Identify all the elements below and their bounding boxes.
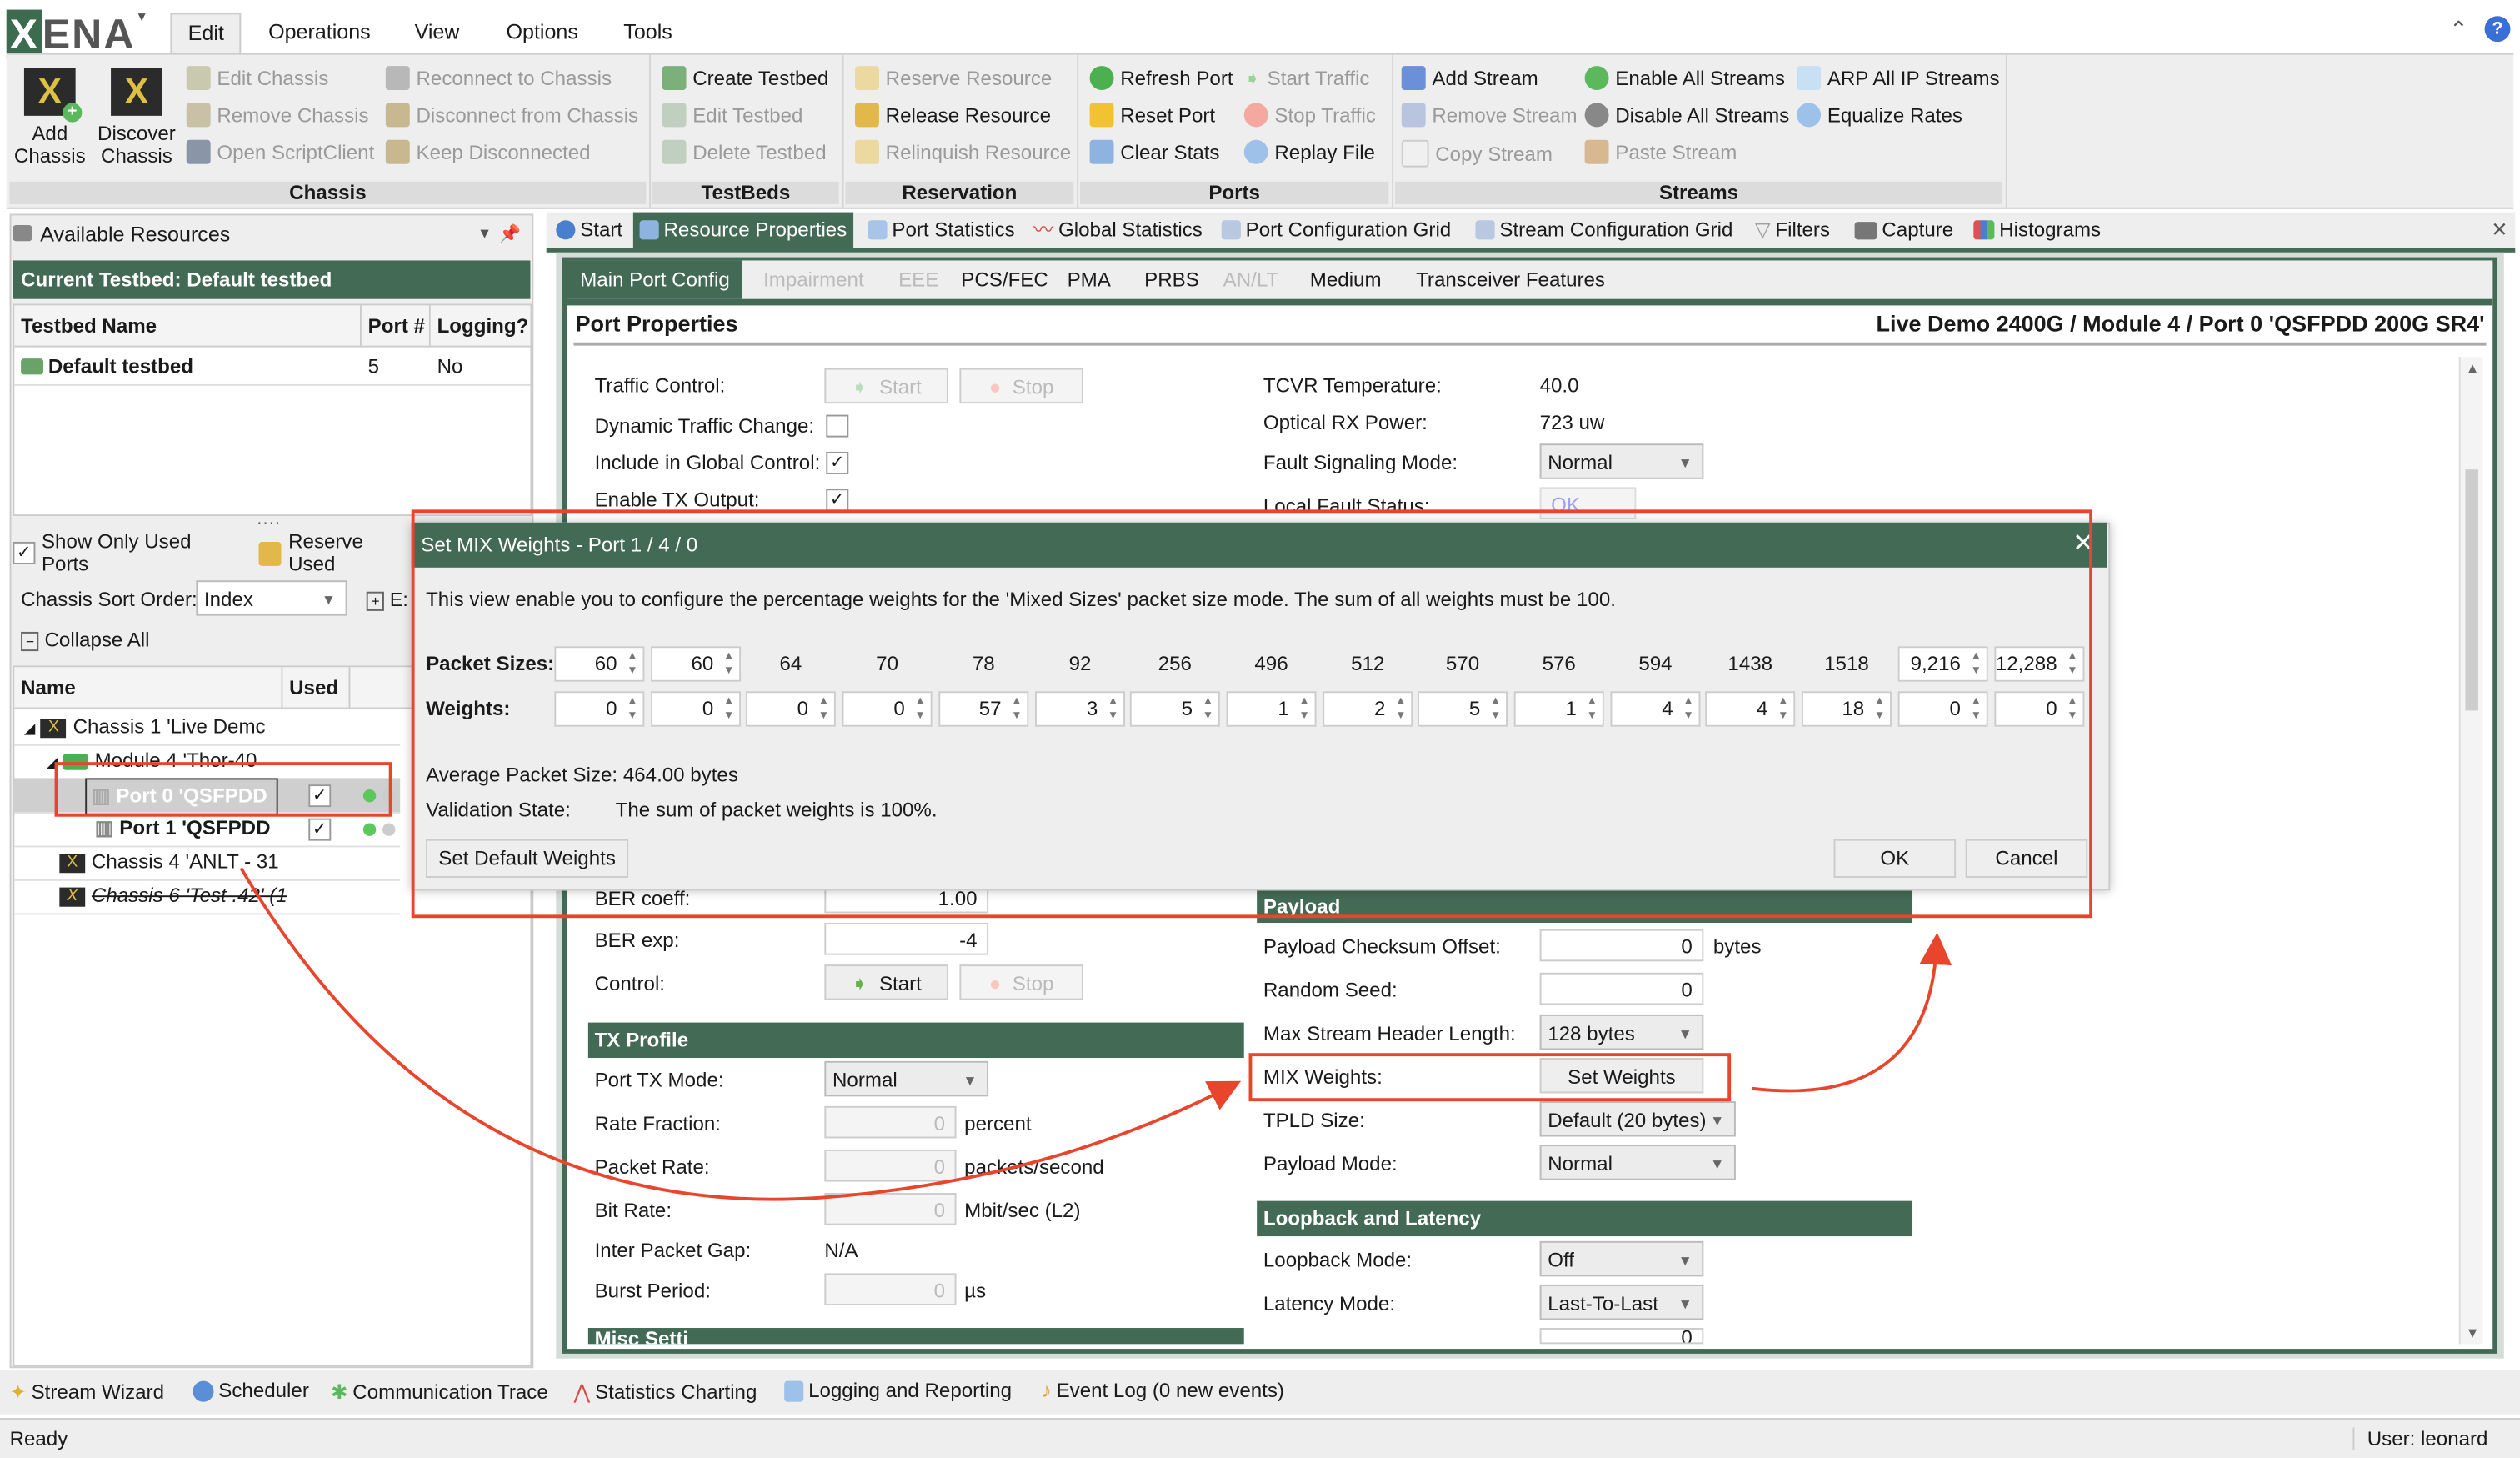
arrow-mix-to-dialog — [1751, 932, 1952, 1093]
weight-spinner[interactable]: 3 ▲ ▼ — [1035, 691, 1126, 727]
spin-down-icon[interactable]: ▼ — [1202, 710, 1213, 723]
spin-down-icon[interactable]: ▼ — [1587, 710, 1598, 723]
packet-size-spinner[interactable]: 12,288 ▲ ▼ — [1994, 646, 2085, 682]
logging-reporting-button[interactable]: Logging and Reporting — [784, 1380, 1012, 1402]
spin-up-icon[interactable]: ▲ — [1011, 696, 1022, 709]
weight-spinner[interactable]: 0 ▲ ▼ — [1994, 691, 2085, 727]
spin-down-icon[interactable]: ▼ — [1011, 710, 1022, 723]
packet-size-value: 78 — [972, 653, 995, 676]
statistics-charting-button[interactable]: ⋀ Statistics Charting — [574, 1380, 758, 1404]
status-text: Ready — [9, 1427, 68, 1450]
packet-size-value: 512 — [1351, 653, 1385, 676]
event-log-button[interactable]: ♪ Event Log (0 new events) — [1042, 1380, 1284, 1402]
spin-up-icon[interactable]: ▲ — [1971, 651, 1982, 664]
weight-spinner[interactable]: 1 ▲ ▼ — [1226, 691, 1317, 727]
weight-spinner[interactable]: 2 ▲ ▼ — [1322, 691, 1413, 727]
spin-down-icon[interactable]: ▼ — [2067, 710, 2078, 723]
weight-spinner[interactable]: 0 ▲ ▼ — [842, 691, 932, 727]
packet-size-value: 64 — [779, 653, 802, 676]
spin-down-icon[interactable]: ▼ — [1490, 710, 1501, 723]
chart-icon: ⋀ — [573, 1380, 591, 1404]
spin-up-icon[interactable]: ▲ — [1971, 696, 1982, 709]
spin-up-icon[interactable]: ▲ — [723, 696, 734, 709]
packet-size-value: 1438 — [1728, 653, 1773, 676]
spin-up-icon[interactable]: ▲ — [2067, 696, 2078, 709]
spin-down-icon[interactable]: ▼ — [1682, 710, 1693, 723]
user-label: User: leonard — [2352, 1427, 2488, 1450]
packet-size-spinner[interactable]: 60 ▲ ▼ — [651, 646, 742, 682]
spin-up-icon[interactable]: ▲ — [818, 696, 829, 709]
report-icon — [784, 1380, 804, 1401]
packet-size-value: 576 — [1542, 653, 1576, 676]
weight-spinner[interactable]: 0 ▲ ▼ — [745, 691, 836, 727]
spin-down-icon[interactable]: ▼ — [627, 665, 638, 678]
packet-size-value: 256 — [1158, 653, 1192, 676]
spin-down-icon[interactable]: ▼ — [1874, 710, 1885, 723]
weight-spinner[interactable]: 1 ▲ ▼ — [1513, 691, 1604, 727]
weight-spinner[interactable]: 0 ▲ ▼ — [554, 691, 645, 727]
spin-up-icon[interactable]: ▲ — [627, 696, 638, 709]
weight-spinner[interactable]: 4 ▲ ▼ — [1610, 691, 1701, 727]
annotation-arrows — [239, 867, 1952, 1201]
spin-up-icon[interactable]: ▲ — [723, 651, 734, 664]
xena-manager-window: X ENA▼ Edit Operations View Options Tools… — [0, 0, 2520, 1458]
spin-up-icon[interactable]: ▲ — [1587, 696, 1598, 709]
spin-up-icon[interactable]: ▲ — [1874, 696, 1885, 709]
spin-down-icon[interactable]: ▼ — [2067, 665, 2078, 678]
bug-icon: ✱ — [331, 1380, 348, 1404]
spin-down-icon[interactable]: ▼ — [1108, 710, 1118, 723]
spin-down-icon[interactable]: ▼ — [1971, 710, 1982, 723]
spin-down-icon[interactable]: ▼ — [1395, 710, 1406, 723]
bell-icon: ♪ — [1041, 1379, 1052, 1402]
arrow-port-to-mix — [239, 867, 1242, 1201]
spin-up-icon[interactable]: ▲ — [914, 696, 925, 709]
spin-up-icon[interactable]: ▲ — [1108, 696, 1118, 709]
spin-down-icon[interactable]: ▼ — [627, 710, 638, 723]
weight-spinner[interactable]: 5 ▲ ▼ — [1129, 691, 1220, 727]
weight-spinner[interactable]: 5 ▲ ▼ — [1418, 691, 1508, 727]
stream-wizard-button[interactable]: ✦ Stream Wizard — [10, 1380, 164, 1404]
clock-icon — [192, 1380, 214, 1401]
weight-spinner[interactable]: 0 ▲ ▼ — [1898, 691, 1988, 727]
packet-size-value: 594 — [1638, 653, 1672, 676]
status-bar: Ready User: leonard — [0, 1418, 2520, 1458]
spin-down-icon[interactable]: ▼ — [723, 710, 734, 723]
packet-size-value: 92 — [1068, 653, 1092, 676]
bottom-toolbar: ✦ Stream Wizard Scheduler ✱ Communication … — [0, 1370, 2520, 1415]
spin-up-icon[interactable]: ▲ — [1298, 696, 1309, 709]
spin-up-icon[interactable]: ▲ — [1395, 696, 1406, 709]
spin-down-icon[interactable]: ▼ — [1778, 710, 1788, 723]
communication-trace-button[interactable]: ✱ Communication Trace — [331, 1380, 548, 1404]
weight-spinner[interactable]: 0 ▲ ▼ — [651, 691, 742, 727]
packet-size-spinner[interactable]: 60 ▲ ▼ — [554, 646, 645, 682]
spin-up-icon[interactable]: ▲ — [1490, 696, 1501, 709]
packet-size-spinner[interactable]: 9,216 ▲ ▼ — [1898, 646, 1988, 682]
spin-down-icon[interactable]: ▼ — [723, 665, 734, 678]
scheduler-button[interactable]: Scheduler — [192, 1380, 309, 1402]
packet-size-value: 496 — [1254, 653, 1288, 676]
spin-down-icon[interactable]: ▼ — [1298, 710, 1309, 723]
spin-up-icon[interactable]: ▲ — [1682, 696, 1693, 709]
packet-size-value: 70 — [876, 653, 898, 676]
weight-spinner[interactable]: 57 ▲ ▼ — [938, 691, 1029, 727]
spin-up-icon[interactable]: ▲ — [627, 651, 638, 664]
wand-icon: ✦ — [9, 1380, 27, 1404]
spin-up-icon[interactable]: ▲ — [2067, 651, 2078, 664]
spin-down-icon[interactable]: ▼ — [818, 710, 829, 723]
spin-down-icon[interactable]: ▼ — [1971, 665, 1982, 678]
packet-size-value: 570 — [1445, 653, 1480, 676]
spin-up-icon[interactable]: ▲ — [1778, 696, 1788, 709]
weight-spinner[interactable]: 18 ▲ ▼ — [1801, 691, 1892, 727]
spin-down-icon[interactable]: ▼ — [914, 710, 925, 723]
packet-size-value: 1518 — [1824, 653, 1869, 676]
weight-spinner[interactable]: 4 ▲ ▼ — [1705, 691, 1796, 727]
spin-up-icon[interactable]: ▲ — [1202, 696, 1213, 709]
